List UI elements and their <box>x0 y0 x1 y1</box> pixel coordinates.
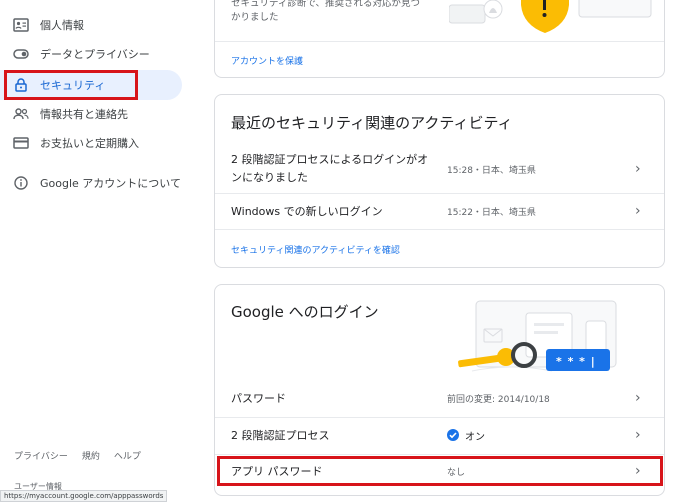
two-step-label: 2 段階認証プロセス <box>231 429 330 442</box>
sidebar-item-label: お支払いと定期購入 <box>40 137 139 150</box>
two-step-row[interactable]: 2 段階認証プロセス オン › <box>215 419 664 451</box>
row-divider <box>215 229 664 230</box>
toggle-icon <box>12 49 30 59</box>
two-step-value: オン <box>465 431 485 443</box>
password-last-changed: 前回の変更: 2014/10/18 <box>447 394 550 405</box>
footer-links: プライバシー 規約 ヘルプ <box>14 449 141 462</box>
chevron-right-icon: › <box>635 161 641 177</box>
terms-link[interactable]: 規約 <box>82 449 100 462</box>
chevron-right-icon: › <box>635 203 641 219</box>
password-row[interactable]: パスワード 前回の変更: 2014/10/18 › <box>215 383 664 413</box>
row-divider <box>215 454 664 455</box>
two-step-status: オン <box>447 428 485 443</box>
sidebar-item-data-privacy[interactable]: データとプライバシー <box>0 40 182 68</box>
password-mask: * * * | <box>556 355 596 368</box>
people-icon <box>12 108 30 120</box>
checkup-text: セキュリティ診断で、推奨される対応が見つかりました <box>231 0 421 23</box>
sidebar-item-label: Google アカウントについて <box>40 177 181 190</box>
signin-illustration: * * * | <box>458 295 618 381</box>
row-divider <box>215 417 664 418</box>
privacy-link[interactable]: プライバシー <box>14 449 68 462</box>
activity-row[interactable]: 2 段階認証プロセスによるログインがオンになりました 15:28・日本、埼玉県 … <box>215 147 664 191</box>
sidebar-item-personal-info[interactable]: 個人情報 <box>0 11 182 39</box>
activity-time: 15:22・日本、埼玉県 <box>447 207 536 218</box>
sidebar-item-label: 個人情報 <box>40 19 84 32</box>
password-label: パスワード <box>231 392 286 405</box>
sidebar-item-about[interactable]: Google アカウントについて <box>0 169 182 197</box>
chevron-right-icon: › <box>635 390 641 406</box>
sidebar-item-label: 情報共有と連絡先 <box>40 108 128 121</box>
security-highlight-box <box>4 70 138 100</box>
activity-label: 2 段階認証プロセスによるログインがオンになりました <box>231 153 429 184</box>
status-bar-url: https://myaccount.google.com/apppassword… <box>0 490 168 502</box>
security-checkup-card: セキュリティ診断で、推奨される対応が見つかりました アカウントを保護 <box>214 0 665 78</box>
help-link[interactable]: ヘルプ <box>114 449 141 462</box>
signin-title: Google へのログイン <box>231 303 379 321</box>
recent-activity-card: 最近のセキュリティ関連のアクティビティ 2 段階認証プロセスによるログインがオン… <box>214 94 665 268</box>
protect-account-link[interactable]: アカウントを保護 <box>231 54 303 67</box>
sidebar-item-payments[interactable]: お支払いと定期購入 <box>0 129 182 157</box>
person-card-icon <box>12 18 30 32</box>
activity-title: 最近のセキュリティ関連のアクティビティ <box>231 114 513 132</box>
sidebar-item-label: データとプライバシー <box>40 48 150 61</box>
activity-row[interactable]: Windows での新しいログイン 15:22・日本、埼玉県 › <box>215 194 664 228</box>
sidebar-item-sharing[interactable]: 情報共有と連絡先 <box>0 100 182 128</box>
review-activity-link[interactable]: セキュリティ関連のアクティビティを確認 <box>231 243 400 256</box>
sidebar-item-home-partial[interactable] <box>0 0 182 8</box>
checkup-illustration <box>448 0 659 33</box>
activity-time: 15:28・日本、埼玉県 <box>447 165 536 176</box>
chevron-right-icon: › <box>635 427 641 443</box>
credit-card-icon <box>12 137 30 149</box>
card-divider <box>215 41 664 42</box>
check-circle-icon <box>447 429 459 441</box>
activity-label: Windows での新しいログイン <box>231 205 383 218</box>
app-password-highlight-box <box>217 456 663 486</box>
info-icon <box>12 176 30 190</box>
